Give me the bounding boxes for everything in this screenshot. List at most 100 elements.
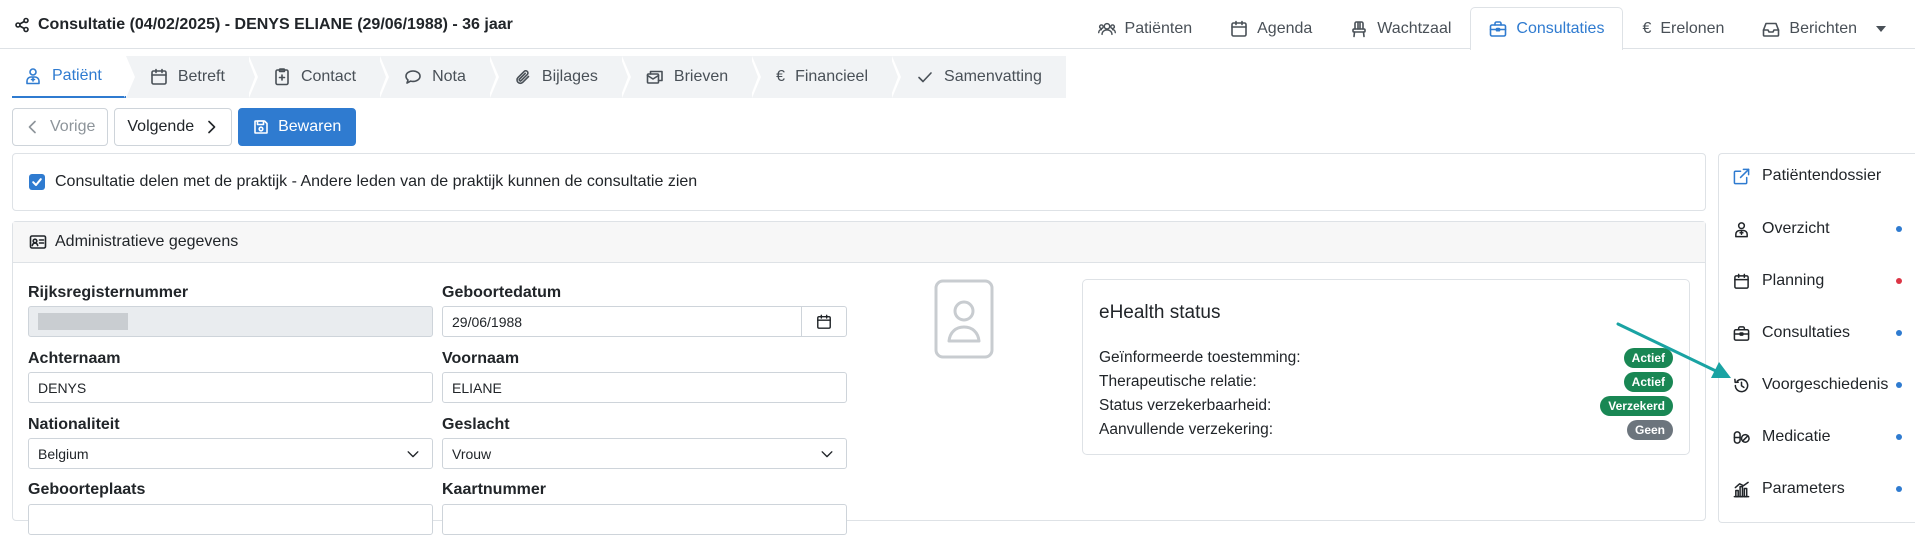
patient-icon [1735, 221, 1748, 237]
share-checkbox-label: Consultatie delen met de praktijk - Ande… [55, 173, 698, 190]
geslacht-value: Vrouw [452, 445, 492, 462]
notification-dot [1896, 330, 1902, 336]
geboorteplaats-field[interactable] [28, 504, 433, 535]
status-badge: Actief [1623, 372, 1673, 392]
subtab-betreft[interactable]: Betreft [126, 56, 259, 98]
main-tab-label: Consultaties [1516, 20, 1605, 37]
sidebar-item-label: Planning [1762, 272, 1825, 289]
calendar-icon [817, 314, 831, 329]
ehealth-row: Geïnformeerde toestemming: Actief [1099, 346, 1673, 370]
portrait-placeholder-icon [934, 279, 994, 359]
main-tab-agenda[interactable]: Agenda [1211, 7, 1331, 49]
previous-button-label: Vorige [50, 118, 96, 135]
main-tab-label: Erelonen [1660, 19, 1725, 37]
page-title: Consultatie (04/02/2025) - DENYS ELIANE … [14, 0, 513, 49]
sidebar-item-label: Consultaties [1762, 324, 1851, 341]
letters-icon [646, 70, 663, 84]
kaartnummer-field[interactable] [442, 504, 847, 535]
inbox-icon [1763, 22, 1780, 37]
navigation-actions: Vorige Volgende Bewaren [12, 108, 357, 146]
subtab-label: Financieel [795, 68, 869, 85]
ehealth-title: eHealth status [1099, 302, 1221, 323]
subtab-contact[interactable]: Contact [249, 56, 390, 98]
ehealth-row-label: Therapeutische relatie: [1099, 373, 1257, 390]
ehealth-row: Therapeutische relatie: Actief [1099, 370, 1673, 394]
geslacht-select[interactable]: Vrouw [442, 438, 847, 469]
euro-icon: € [776, 68, 786, 85]
geslacht-label: Geslacht [442, 416, 510, 433]
date-picker-button[interactable] [801, 307, 846, 336]
sidebar-item-planning[interactable]: Planning [1733, 269, 1903, 293]
sidebar-item-medicatie[interactable]: Medicatie [1733, 425, 1903, 449]
previous-button[interactable]: Vorige [12, 108, 109, 146]
share-nodes-icon [15, 17, 29, 32]
notification-dot [1896, 278, 1902, 284]
main-tab-label: Wachtzaal [1377, 19, 1452, 37]
geboortedatum-field[interactable]: 29/06/1988 [442, 306, 847, 337]
sidebar-item-label: Patiëntendossier [1762, 167, 1882, 184]
chevron-down-icon [821, 451, 833, 458]
id-card-icon [29, 235, 47, 249]
subtab-patient[interactable]: Patiënt [12, 56, 135, 98]
subtab-financieel[interactable]: € Financieel [752, 56, 901, 98]
main-tab-berichten[interactable]: Berichten [1743, 7, 1905, 49]
voornaam-field[interactable]: ELIANE [442, 372, 847, 403]
subtab-brieven[interactable]: Brieven [622, 56, 762, 98]
paperclip-icon [516, 70, 530, 85]
main-tab-erelonen[interactable]: € Erelonen [1623, 7, 1743, 49]
subtab-label: Samenvatting [944, 68, 1042, 85]
main-tab-consultaties[interactable]: Consultaties [1470, 7, 1624, 50]
main-tab-label: Patiënten [1124, 19, 1193, 37]
briefcase-icon [1490, 21, 1507, 37]
nationaliteit-select[interactable]: Belgium [28, 438, 433, 469]
geboortedatum-value: 29/06/1988 [452, 313, 523, 330]
administrative-data-header: Administratieve gegevens [13, 222, 1705, 263]
save-button-label: Bewaren [278, 118, 342, 135]
sidebar-item-label: Overzicht [1762, 220, 1830, 237]
patient-icon [26, 68, 40, 85]
share-consultation-card: Consultatie delen met de praktijk - Ande… [12, 153, 1706, 211]
check-icon [918, 72, 932, 83]
calendar-icon [1231, 20, 1247, 37]
subtab-label: Brieven [673, 68, 729, 85]
medical-file-icon [275, 68, 289, 86]
kaartnummer-label: Kaartnummer [442, 481, 547, 498]
patient-photo-placeholder[interactable] [934, 279, 994, 359]
next-button-label: Volgende [127, 118, 195, 135]
page-title-text: Consultatie (04/02/2025) - DENYS ELIANE … [38, 15, 513, 33]
dropdown-caret-icon [1876, 25, 1886, 32]
sidebar-item-label: Voorgeschiedenis [1762, 376, 1889, 393]
briefcase-icon [1733, 325, 1750, 341]
subtab-samenvatting[interactable]: Samenvatting [892, 56, 1066, 98]
ehealth-row: Aanvullende verzekering: Geen [1099, 418, 1673, 442]
main-tab-patienten[interactable]: Patiënten [1079, 7, 1212, 49]
consultation-subtabs: Patiënt Betreft Contact Nota Bijlages Br… [12, 56, 1066, 98]
calendar-icon [151, 68, 167, 85]
share-checkbox[interactable] [29, 174, 45, 190]
notification-dot [1896, 226, 1902, 232]
subtab-bijlages[interactable]: Bijlages [490, 56, 631, 98]
next-button[interactable]: Volgende [114, 108, 233, 146]
sidebar-item-voorgeschiedenis[interactable]: Voorgeschiedenis [1733, 373, 1903, 397]
chevron-right-icon [208, 120, 216, 134]
achternaam-field[interactable]: DENYS [28, 372, 433, 403]
history-icon [1734, 378, 1749, 392]
main-tab-wachtzaal[interactable]: Wachtzaal [1331, 7, 1470, 49]
sidebar-item-parameters[interactable]: Parameters [1733, 477, 1903, 501]
external-link-icon [1733, 168, 1750, 184]
subtab-label: Contact [300, 68, 357, 85]
geboorteplaats-label: Geboorteplaats [28, 481, 146, 498]
subtab-label: Betreft [177, 68, 225, 85]
save-icon [254, 120, 268, 134]
achternaam-value: DENYS [38, 379, 87, 396]
subtab-nota[interactable]: Nota [380, 56, 499, 98]
sidebar-item-patientendossier[interactable]: Patiëntendossier [1733, 164, 1903, 188]
chevron-down-icon [407, 451, 419, 458]
main-tab-label: Berichten [1789, 19, 1857, 37]
sidebar-item-consultaties[interactable]: Consultaties [1733, 321, 1903, 345]
redacted-value [38, 313, 128, 330]
save-button[interactable]: Bewaren [238, 108, 357, 146]
comment-icon [405, 70, 421, 84]
rijksregister-label: Rijksregisternummer [28, 284, 189, 301]
sidebar-item-overzicht[interactable]: Overzicht [1733, 217, 1903, 241]
